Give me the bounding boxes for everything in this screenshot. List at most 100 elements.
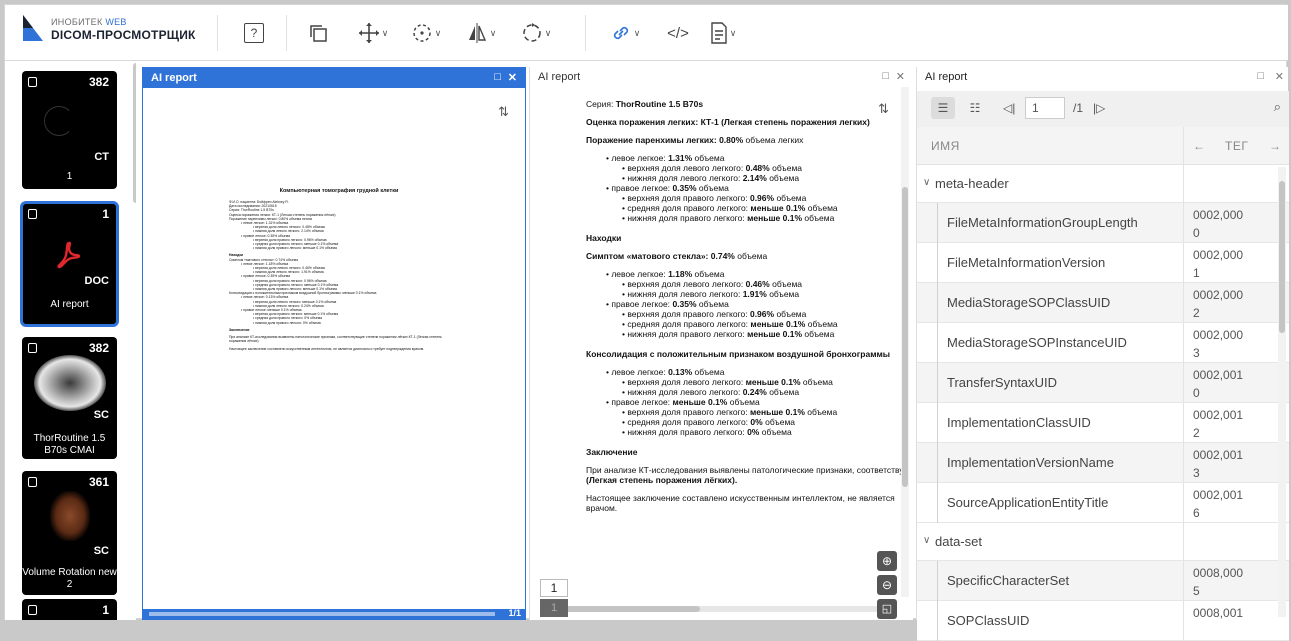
measurement-label: • нижняя доля правого легкого: [622, 213, 745, 223]
parenchyma-label: Поражение паренхимы легких: [586, 135, 717, 145]
tag-row[interactable]: MediaStorageSOPInstanceUID 0002,000 3 [917, 323, 1289, 363]
reset-rotate-button[interactable]: ∨ [515, 17, 557, 49]
series-thumb-5[interactable]: 1 [22, 599, 117, 620]
tag-name: SOPClassUID [947, 613, 1030, 628]
viewport-3-tags[interactable]: AI report □ ✕ ☰ ☷ ◁| 1 /1 |▷ ⌕ ИМЯ ← ТЕГ… [916, 67, 1289, 641]
move-tool-button[interactable]: ∨ [353, 17, 393, 49]
viewport-title: AI report [925, 71, 968, 83]
tag-group-row[interactable]: ∨ meta-header [917, 165, 1289, 203]
list-view-icon[interactable]: ☷ [963, 97, 987, 119]
page-indicator: 1/1 [508, 608, 521, 618]
column-tag-header[interactable]: ТЕГ [1225, 139, 1248, 153]
tag-value: 0008,000 5 [1193, 564, 1273, 600]
measurement-unit: объема [807, 407, 838, 417]
sidebar-scrollbar[interactable] [133, 63, 136, 203]
report-line: Настоящее заключение составлено искусств… [229, 346, 425, 351]
tag-group-row[interactable]: ∨ data-set [917, 523, 1289, 561]
zoom-in-icon[interactable]: ⊕ [877, 551, 897, 571]
close-icon[interactable]: ✕ [508, 71, 517, 84]
maximize-icon[interactable]: □ [494, 71, 501, 83]
report-line: • нижняя доля правого легкого: меньше 0.… [253, 246, 337, 251]
search-icon[interactable]: ⌕ [1274, 99, 1281, 115]
measurement-unit: объема [698, 299, 729, 309]
report-page-thumbnail: Компьютерная томография грудной клетки Ф… [229, 188, 449, 351]
parenchyma-list: • левое легкое: 1.31% объема • верхняя до… [586, 153, 902, 223]
measurement-unit: объема [761, 427, 792, 437]
tag-row[interactable]: SOPClassUID 0008,001 [917, 601, 1289, 641]
page-progress-bar[interactable]: 1/1 [143, 608, 525, 619]
help-button[interactable]: ? [241, 17, 267, 49]
rotate-icon [412, 24, 431, 42]
tag-element-suffix: 6 [1193, 506, 1200, 520]
tag-row[interactable]: TransferSyntaxUID 0002,001 0 [917, 363, 1289, 403]
series-thumb-ai-report[interactable]: 1 DOC AI report [20, 201, 119, 327]
database-icon [28, 605, 37, 615]
maximize-icon[interactable]: □ [882, 70, 889, 82]
scroll-right-icon[interactable]: → [1269, 139, 1281, 153]
rotate-tool-button[interactable]: ∨ [405, 17, 447, 49]
measurement-value: меньше 0.1% [747, 329, 803, 339]
tag-row[interactable]: FileMetaInformationVersion 0002,000 1 [917, 243, 1289, 283]
tree-view-icon[interactable]: ☰ [931, 97, 955, 119]
move-icon [358, 23, 379, 43]
flip-tool-button[interactable]: ∨ [460, 17, 502, 49]
ggo-list: • левое легкое: 1.18% объема • верхняя до… [586, 269, 902, 339]
measurement-label: • верхняя доля правого легкого: [622, 309, 748, 319]
zoom-out-icon[interactable]: ⊖ [877, 575, 897, 595]
reset-rotate-icon [522, 23, 541, 42]
close-icon[interactable]: ✕ [896, 70, 905, 83]
viewport-2[interactable]: AI report □ ✕ ⇅ Серия: ThorRoutine 1.5 B… [529, 67, 913, 620]
toolbar-separator [217, 15, 218, 51]
measurement-unit: объема [772, 163, 803, 173]
maximize-icon[interactable]: □ [1257, 70, 1264, 82]
prev-page-icon[interactable]: ◁| [1003, 101, 1015, 115]
scrollbar-thumb[interactable] [1279, 181, 1285, 333]
tag-row[interactable]: ImplementationClassUID 0002,001 2 [917, 403, 1289, 443]
tag-row[interactable]: SpecificCharacterSet 0008,000 5 [917, 561, 1289, 601]
layout-button[interactable] [305, 17, 331, 49]
app-logo[interactable]: ИНОБИТЕК WEB DICOM-ПРОСМОТРЩИК [21, 15, 196, 43]
scrollbar-thumb[interactable] [550, 606, 700, 612]
tag-row[interactable]: FileMetaInformationGroupLength 0002,000 0 [917, 203, 1289, 243]
code-button[interactable]: </> [660, 17, 696, 49]
chevron-down-icon[interactable]: ∨ [923, 535, 930, 546]
measurement-line: • верхняя доля левого легкого: 0.46% объ… [586, 279, 902, 289]
scroll-left-icon[interactable]: ← [1193, 139, 1205, 153]
horizontal-scrollbar[interactable] [550, 606, 889, 612]
page-input[interactable]: 1 [540, 579, 568, 597]
close-icon[interactable]: ✕ [1275, 70, 1284, 83]
tag-name: FileMetaInformationVersion [947, 255, 1106, 270]
measurement-label: • верхняя доля левого легкого: [622, 279, 744, 289]
next-page-icon[interactable]: |▷ [1093, 101, 1105, 115]
database-icon [28, 343, 37, 353]
scrollbar-thumb[interactable] [902, 187, 908, 487]
series-thumb-volume-rotation[interactable]: 361 SC Volume Rotation new 2 [22, 471, 117, 595]
tags-page-input[interactable]: 1 [1025, 97, 1065, 119]
chevron-down-icon: ∨ [729, 27, 737, 38]
windows-icon [310, 25, 327, 42]
series-thumb-ct[interactable]: 382 CT 1 [22, 71, 117, 189]
viewport-1[interactable]: AI report □ ✕ ⇅ Компьютерная томография … [142, 67, 526, 620]
chevron-down-icon: ∨ [381, 27, 389, 38]
tag-row[interactable]: SourceApplicationEntityTitle 0002,001 6 [917, 483, 1289, 523]
modality: SC [93, 545, 109, 557]
tag-group-number: 0002,000 [1193, 328, 1244, 342]
measurement-label: • правое легкое: [606, 397, 671, 407]
settings-sliders-icon[interactable]: ⇅ [498, 104, 509, 120]
link-button[interactable]: ∨ [605, 17, 645, 49]
tag-element-suffix: 0 [1193, 226, 1200, 240]
modality: DOC [84, 275, 109, 287]
measurement-line: • средняя доля правого легкого: 0% объем… [586, 417, 902, 427]
series-thumb-thorroutine[interactable]: 382 SC ThorRoutine 1.5 B70s CMAI [22, 337, 117, 459]
vertical-scrollbar[interactable] [901, 87, 909, 597]
fit-page-icon[interactable]: ◱ [877, 599, 897, 619]
measurement-line: • правое легкое: меньше 0.1% объема [586, 397, 902, 407]
chevron-down-icon: ∨ [489, 27, 497, 38]
report-menu-button[interactable]: ∨ [705, 17, 741, 49]
measurement-label: • нижняя доля левого легкого: [622, 173, 741, 183]
column-name-header[interactable]: ИМЯ [931, 139, 960, 153]
tags-scrollbar[interactable] [1278, 167, 1286, 617]
chevron-down-icon[interactable]: ∨ [923, 177, 930, 188]
tag-row[interactable]: MediaStorageSOPClassUID 0002,000 2 [917, 283, 1289, 323]
tag-row[interactable]: ImplementationVersionName 0002,001 3 [917, 443, 1289, 483]
